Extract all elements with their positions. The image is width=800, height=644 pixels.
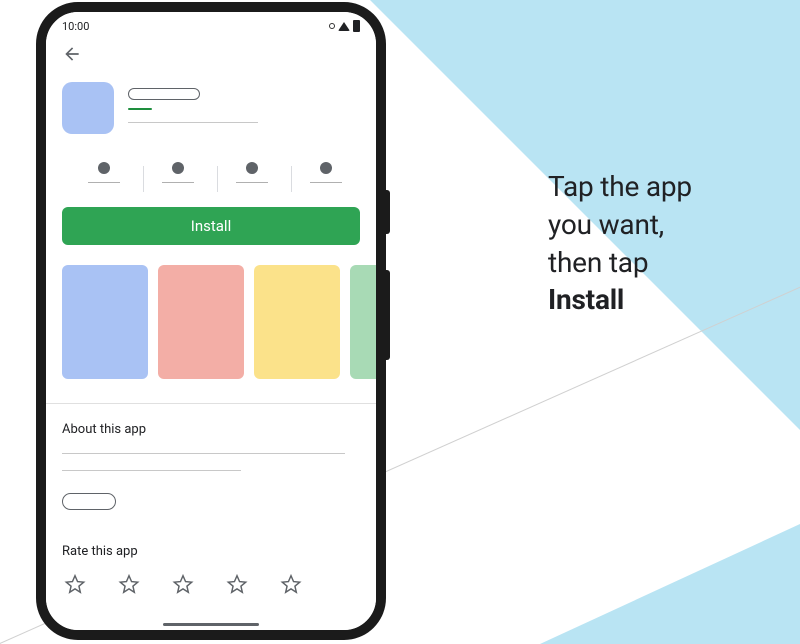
status-icons <box>329 20 360 32</box>
stat-label-placeholder <box>310 182 342 183</box>
tutorial-slide: Tap the app you want, then tap Install 1… <box>0 0 800 644</box>
app-subtitle-placeholder <box>128 122 258 123</box>
screenshot-carousel[interactable] <box>62 265 360 379</box>
install-button[interactable]: Install <box>62 207 360 245</box>
stat-label-placeholder <box>88 182 120 183</box>
status-signal-icon <box>329 23 335 29</box>
stat-icon <box>172 162 184 174</box>
phone-power-button <box>386 190 390 234</box>
stat-item[interactable] <box>146 162 210 183</box>
star-icon[interactable] <box>64 573 86 595</box>
screenshot-thumbnail[interactable] <box>62 265 148 379</box>
back-button[interactable] <box>62 44 360 64</box>
rate-heading: Rate this app <box>62 544 360 559</box>
app-developer-placeholder[interactable] <box>128 108 152 110</box>
caption-line-bold: Install <box>548 283 624 316</box>
screenshot-thumbnail[interactable] <box>254 265 340 379</box>
stat-item[interactable] <box>220 162 284 183</box>
home-indicator[interactable] <box>163 623 259 626</box>
screenshot-thumbnail[interactable] <box>158 265 244 379</box>
stat-label-placeholder <box>236 182 268 183</box>
caption-line: then tap <box>548 246 648 279</box>
status-battery-icon <box>353 20 360 32</box>
star-icon[interactable] <box>118 573 140 595</box>
about-text-placeholder <box>62 470 241 471</box>
app-title-area <box>128 82 360 134</box>
category-chip[interactable] <box>62 493 116 510</box>
stat-icon <box>246 162 258 174</box>
rating-stars <box>62 573 360 595</box>
stat-item[interactable] <box>294 162 358 183</box>
phone-volume-button <box>386 270 390 360</box>
screenshot-thumbnail[interactable] <box>350 265 376 379</box>
stat-icon <box>98 162 110 174</box>
phone-frame: 10:00 <box>36 2 386 640</box>
instruction-caption: Tap the app you want, then tap Install <box>548 168 778 319</box>
app-detail-page: Install About this app Rate this app <box>46 40 376 630</box>
phone-screen: 10:00 <box>46 12 376 630</box>
about-heading[interactable]: About this app <box>62 422 360 437</box>
caption-line: you want, <box>548 208 664 241</box>
section-divider <box>46 403 376 404</box>
stat-item[interactable] <box>72 162 136 183</box>
app-header <box>62 82 360 134</box>
background-triangle-bottom <box>540 524 800 644</box>
status-wifi-icon <box>338 22 350 31</box>
install-button-label: Install <box>191 217 231 235</box>
app-title-placeholder <box>128 88 200 100</box>
stat-label-placeholder <box>162 182 194 183</box>
stat-icon <box>320 162 332 174</box>
status-time: 10:00 <box>62 20 89 33</box>
star-icon[interactable] <box>280 573 302 595</box>
back-arrow-icon <box>62 44 82 64</box>
app-stats-row <box>62 162 360 183</box>
status-bar: 10:00 <box>46 12 376 40</box>
about-text-placeholder <box>62 453 345 454</box>
star-icon[interactable] <box>226 573 248 595</box>
star-icon[interactable] <box>172 573 194 595</box>
app-icon[interactable] <box>62 82 114 134</box>
caption-line: Tap the app <box>548 170 692 203</box>
